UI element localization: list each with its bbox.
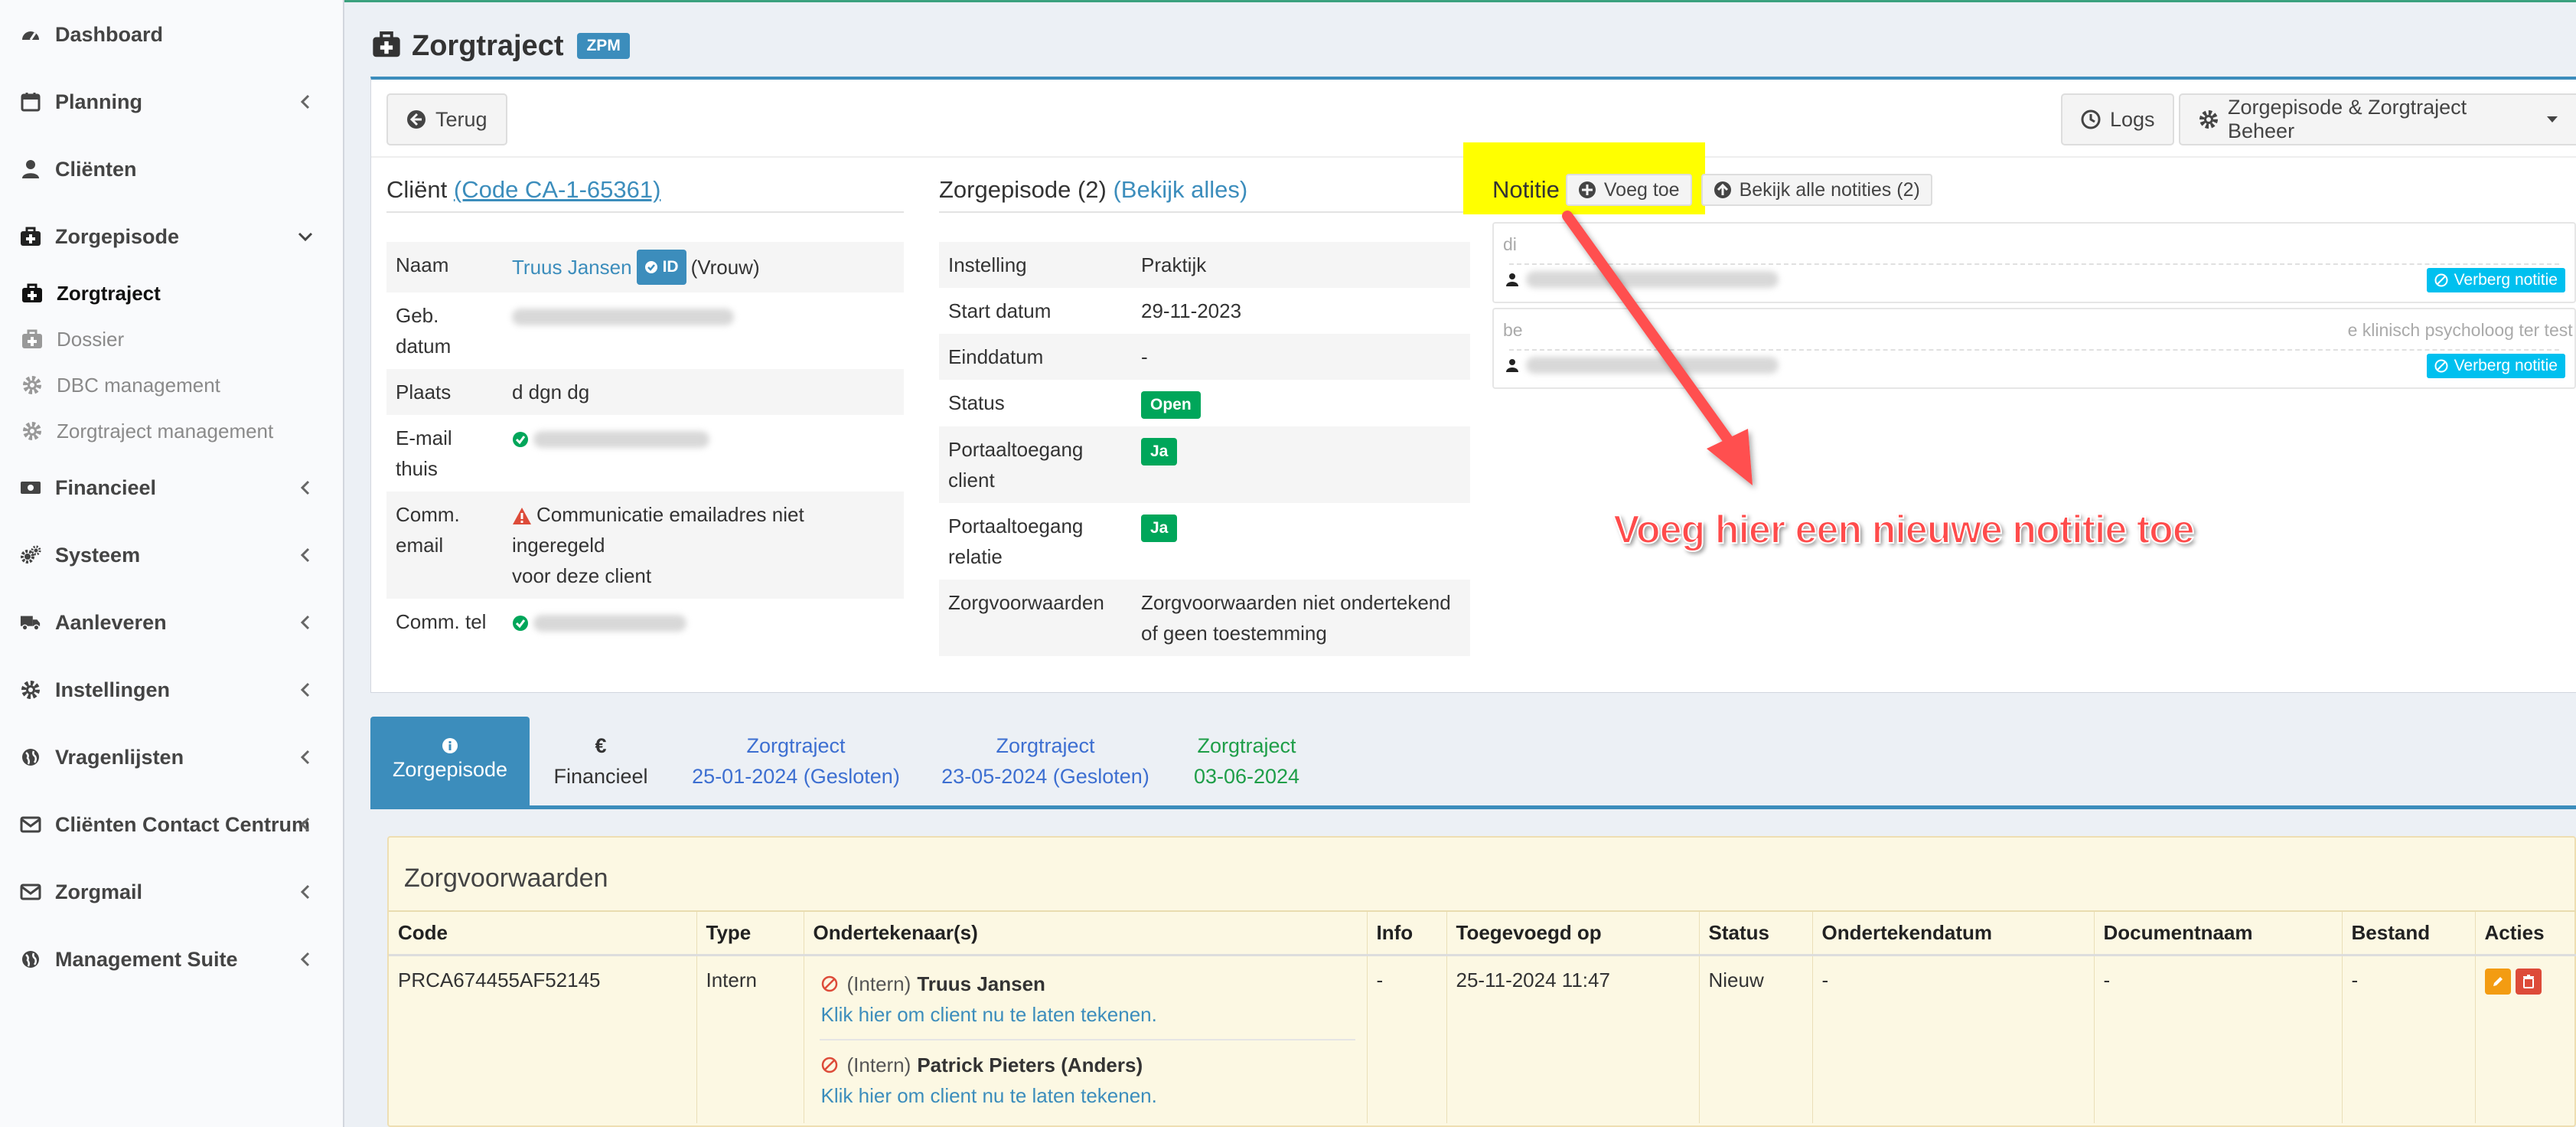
table-row: PRCA674455AF52145 Intern (Intern) Truus …: [389, 955, 2576, 1123]
signer-prefix: (Intern): [846, 972, 911, 995]
tab-label: Zorgtraject: [1197, 734, 1296, 757]
edit-button[interactable]: [2484, 969, 2511, 995]
tabbar-line: [370, 805, 2576, 809]
signer-row: (Intern) Patrick Pieters (Anders): [821, 1050, 1358, 1080]
column-header: Code: [389, 912, 697, 956]
signers-cell: (Intern) Truus Jansen Klik hier om clien…: [804, 955, 1368, 1123]
bestand-cell: -: [2342, 955, 2476, 1123]
sign-now-link[interactable]: Klik hier om client nu te laten tekenen.: [821, 999, 1358, 1030]
tab-label: Financieel: [553, 765, 648, 788]
divider: [819, 1039, 1355, 1040]
euro-icon: €: [595, 734, 607, 757]
tab-label: Zorgtraject: [746, 734, 846, 757]
signer-prefix: (Intern): [846, 1053, 911, 1076]
tab-zorgtraject-3[interactable]: Zorgtraject 03-06-2024: [1183, 717, 1310, 805]
status-cell: Nieuw: [1699, 955, 1813, 1123]
tab-financieel[interactable]: € Financieel: [536, 717, 666, 805]
ondertekendatum-cell: -: [1812, 955, 2095, 1123]
tab-zorgtraject-1[interactable]: Zorgtraject 25-01-2024 (Gesloten): [681, 717, 911, 805]
trash-icon: [2522, 975, 2535, 988]
tab-label: Zorgtraject: [996, 734, 1095, 757]
signer-row: (Intern) Truus Jansen: [821, 969, 1358, 999]
column-header: Documentnaam: [2094, 912, 2343, 956]
info-icon: [442, 737, 458, 754]
annotation-text: Voeg hier een nieuwe notitie toe: [1612, 507, 2196, 553]
toegevoegd-cell: 25-11-2024 11:47: [1446, 955, 1700, 1123]
signer-name: Patrick Pieters (Anders): [917, 1053, 1143, 1076]
column-header: Status: [1699, 912, 1813, 956]
delete-button[interactable]: [2515, 969, 2542, 995]
tab-zorgtraject-2[interactable]: Zorgtraject 23-05-2024 (Gesloten): [931, 717, 1160, 805]
zorgvoorwaarden-table: Code Type Ondertekenaar(s) Info Toegevoe…: [389, 912, 2576, 1123]
column-header: Info: [1367, 912, 1447, 956]
zorgvoorwaarden-panel: Zorgvoorwaarden Code Type Ondertekenaar(…: [387, 836, 2576, 1127]
pencil-icon: [2491, 975, 2505, 988]
tab-date: 25-01-2024 (Gesloten): [692, 765, 900, 788]
column-header: Acties: [2475, 912, 2576, 956]
column-header: Toegevoegd op: [1446, 912, 1700, 956]
column-header: Bestand: [2342, 912, 2476, 956]
code-cell: PRCA674455AF52145: [389, 955, 697, 1123]
column-header: Ondertekendatum: [1812, 912, 2095, 956]
documentnaam-cell: -: [2094, 955, 2343, 1123]
signer-name: Truus Jansen: [917, 972, 1045, 995]
info-cell: -: [1367, 955, 1447, 1123]
tab-date: 23-05-2024 (Gesloten): [941, 765, 1149, 788]
type-cell: Intern: [696, 955, 804, 1123]
tab-date: 03-06-2024: [1193, 765, 1300, 788]
table-header-row: Code Type Ondertekenaar(s) Info Toegevoe…: [389, 912, 2576, 956]
sign-now-link[interactable]: Klik hier om client nu te laten tekenen.: [821, 1080, 1358, 1111]
column-header: Type: [696, 912, 804, 956]
tab-zorgepisode[interactable]: Zorgepisode: [370, 717, 530, 805]
ban-icon: [821, 1057, 838, 1073]
acties-cell: [2475, 955, 2576, 1123]
zorgvoorwaarden-title: Zorgvoorwaarden: [404, 864, 608, 893]
ban-icon: [821, 975, 838, 992]
column-header: Ondertekenaar(s): [804, 912, 1368, 956]
tab-label: Zorgepisode: [392, 758, 508, 781]
